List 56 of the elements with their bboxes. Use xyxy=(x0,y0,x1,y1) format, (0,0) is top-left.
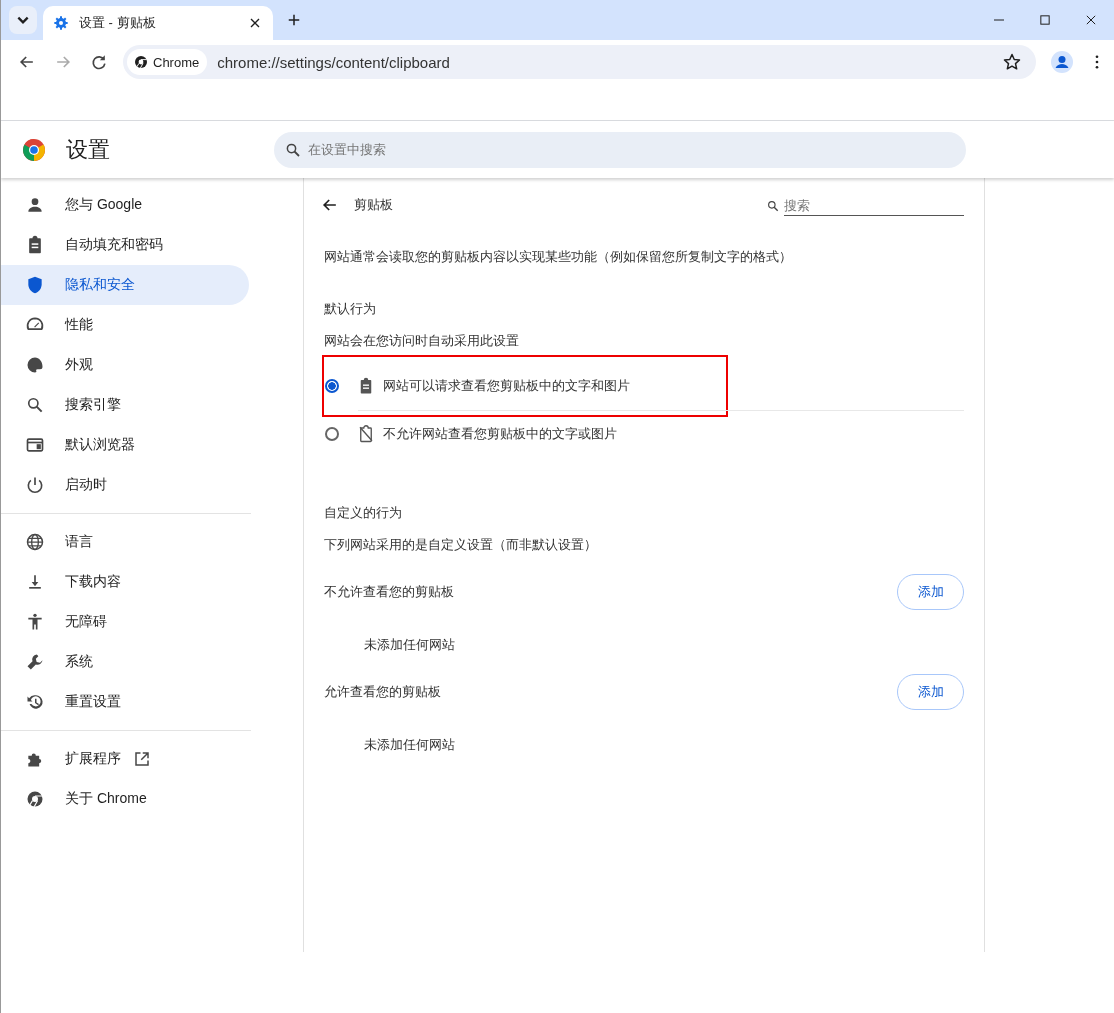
gear-icon xyxy=(53,15,69,31)
add-button[interactable]: 添加 xyxy=(897,674,964,710)
list-title: 不允许查看您的剪贴板 xyxy=(324,583,454,601)
section-subheading: 下列网站采用的是自定义设置（而非默认设置） xyxy=(324,536,598,554)
list-title: 允许查看您的剪贴板 xyxy=(324,683,441,701)
browser-icon xyxy=(25,435,45,455)
sidebar-item[interactable]: 外观 xyxy=(1,345,249,385)
sidebar-item[interactable]: 关于 Chrome xyxy=(1,779,249,819)
empty-list-text: 未添加任何网站 xyxy=(363,736,456,754)
sidebar-item[interactable]: 搜索引擎 xyxy=(1,385,249,425)
star-icon[interactable] xyxy=(1002,52,1022,72)
tab-title: 设置 - 剪贴板 xyxy=(79,14,157,32)
settings-title: 设置 xyxy=(66,135,111,164)
sidebar-item[interactable]: 系统 xyxy=(1,642,249,682)
search-icon xyxy=(766,198,780,213)
sidebar-item[interactable]: 自动填充和密码 xyxy=(1,225,249,265)
sidebar-item[interactable]: 您与 Google xyxy=(1,185,249,225)
sidebar-item[interactable]: 重置设置 xyxy=(1,682,249,722)
section-heading: 自定义的行为 xyxy=(324,504,403,522)
profile-avatar-icon[interactable] xyxy=(1050,50,1074,74)
empty-list-text: 未添加任何网站 xyxy=(363,636,456,654)
chrome-logo-icon xyxy=(133,54,149,70)
tab-search-button[interactable] xyxy=(9,6,37,34)
section-subheading: 网站会在您访问时自动采用此设置 xyxy=(324,332,520,350)
clipboard-off-icon xyxy=(357,425,375,443)
address-bar[interactable]: Chrome chrome://settings/content/clipboard xyxy=(123,45,1036,79)
option-label: 不允许网站查看您剪贴板中的文字或图片 xyxy=(383,425,617,443)
add-button[interactable]: 添加 xyxy=(897,574,964,610)
radio-button[interactable] xyxy=(325,379,339,393)
sidebar-item[interactable]: 下载内容 xyxy=(1,562,249,602)
sidebar-item[interactable]: 性能 xyxy=(1,305,249,345)
description-text: 网站通常会读取您的剪贴板内容以实现某些功能（例如保留您所复制文字的格式） xyxy=(324,248,793,266)
sidebar-item[interactable]: 无障碍 xyxy=(1,602,249,642)
power-icon xyxy=(25,475,45,495)
radio-button[interactable] xyxy=(325,427,339,441)
sidebar-item[interactable]: 语言 xyxy=(1,522,249,562)
sidebar-item[interactable]: 默认浏览器 xyxy=(1,425,249,465)
person-icon xyxy=(25,195,45,215)
chrome-icon xyxy=(25,789,45,809)
sidebar-item[interactable]: 隐私和安全 xyxy=(1,265,249,305)
chrome-logo-icon xyxy=(22,137,46,162)
accessibility-icon xyxy=(25,612,45,632)
search-icon xyxy=(25,395,45,415)
sidebar-item[interactable]: 扩展程序 xyxy=(1,739,249,779)
browser-tab[interactable]: 设置 - 剪贴板 xyxy=(43,6,273,40)
section-heading: 默认行为 xyxy=(324,300,377,318)
settings-search-field[interactable]: 在设置中搜索 xyxy=(274,131,966,168)
wrench-icon xyxy=(25,652,45,672)
globe-icon xyxy=(25,532,45,552)
option-label: 网站可以请求查看您剪贴板中的文字和图片 xyxy=(383,377,630,395)
history-icon xyxy=(25,692,45,712)
shield-icon xyxy=(25,275,45,295)
url-text: chrome://settings/content/clipboard xyxy=(217,53,450,71)
sidebar-item[interactable]: 启动时 xyxy=(1,465,249,505)
page-title: 剪贴板 xyxy=(354,196,393,214)
site-chip[interactable]: Chrome xyxy=(127,49,208,75)
